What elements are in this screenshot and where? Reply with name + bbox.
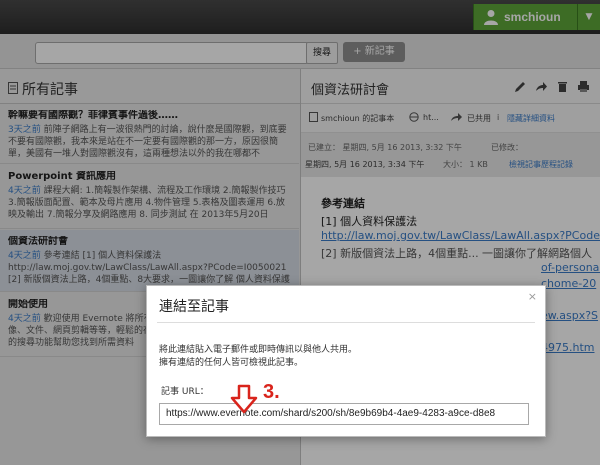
link-to-note-dialog: 連結至記事 × 將此連結貼入電子郵件或即時傳訊以與他人共用。 擁有連結的任何人皆…	[146, 285, 546, 437]
dialog-message-line: 擁有連結的任何人皆可檢視此記事。	[159, 358, 304, 368]
step-annotation: 3.	[263, 381, 280, 403]
dialog-message-line: 將此連結貼入電子郵件或即時傳訊以與他人共用。	[159, 345, 358, 355]
close-icon[interactable]: ×	[528, 290, 537, 303]
url-label: 記事 URL：	[161, 387, 209, 397]
arrow-down-icon	[230, 384, 258, 414]
dialog-divider	[157, 322, 535, 323]
note-url-field[interactable]: https://www.evernote.com/shard/s200/sh/8…	[159, 403, 529, 425]
dialog-message: 將此連結貼入電子郵件或即時傳訊以與他人共用。 擁有連結的任何人皆可檢視此記事。	[159, 344, 357, 370]
dialog-title: 連結至記事	[159, 299, 229, 315]
